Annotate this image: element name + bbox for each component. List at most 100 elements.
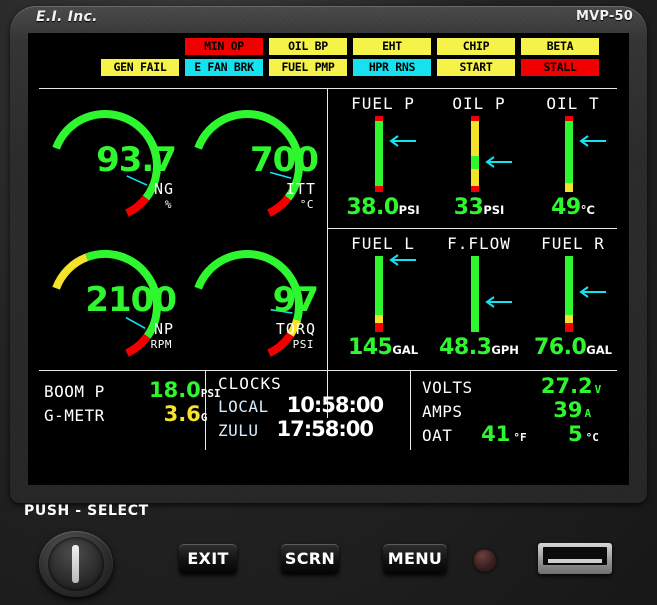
bar-segment-red	[375, 185, 383, 192]
data-label: BOOM P	[44, 382, 105, 401]
clock-row-local: LOCAL 10:58:00	[218, 393, 384, 417]
data-unit: G	[200, 411, 208, 424]
clock-label: ZULU	[218, 421, 259, 440]
gauge-value: 93.7	[96, 140, 177, 180]
bar-segment-yellow	[471, 169, 479, 186]
bar-pointer-arrow	[387, 135, 417, 147]
bar-pointer-arrow	[387, 253, 417, 266]
annunciator-min-op: MIN OP	[185, 38, 263, 55]
bar-pointer-arrow	[483, 155, 513, 168]
bar-track	[471, 256, 479, 332]
bar-segment-green	[471, 155, 479, 170]
bar-segment-green	[471, 256, 479, 332]
display-screen: MIN OP OIL BP EHT CHIP BETA GEN FAIL E FAN BR…	[28, 33, 629, 485]
clock-row-zulu: ZULU 17:58:00	[218, 417, 383, 441]
manufacturer-logo: E.I. Inc.	[36, 9, 98, 25]
annunciator-start: START	[437, 59, 515, 76]
bar-gauge-label: F.FLOW	[447, 234, 511, 253]
bar-pointer-arrow	[577, 135, 607, 147]
annunciator-oil-bp: OIL BP	[269, 38, 347, 55]
exit-button[interactable]: EXIT	[179, 544, 237, 574]
data-row-amps: AMPS 39 A	[422, 398, 601, 422]
annunciator-fuel-pmp: FUEL PMP	[269, 59, 347, 76]
data-label: VOLTS	[422, 378, 473, 397]
bar-segment-red	[471, 185, 479, 192]
annunciator-row-2: GEN FAIL E FAN BRK FUEL PMP HPR RNS START STA…	[28, 59, 629, 76]
rotary-knob[interactable]	[39, 531, 113, 597]
bar-track	[471, 116, 479, 192]
gauge-torq: 97 TORQ PSI	[183, 238, 320, 366]
data-row-boom-p: BOOM P 18.0 PSI	[44, 378, 221, 402]
bar-gauge-value: 145GAL	[347, 335, 419, 360]
bar-track	[565, 116, 573, 192]
status-led	[473, 548, 497, 572]
bar-segment-red	[375, 322, 383, 332]
clocks-title: CLOCKS	[218, 374, 282, 393]
gauge-label: ITT	[285, 180, 316, 198]
bar-segment-red	[565, 322, 573, 332]
clocks-block: CLOCKS LOCAL 10:58:00 ZULU 17:58:00	[218, 374, 384, 441]
data-label: G-METR	[44, 406, 105, 425]
bar-gauge-value: 49°C	[551, 195, 595, 220]
gauge-unit: PSI	[292, 338, 314, 351]
push-select-label: PUSH - SELECT	[24, 503, 149, 519]
usb-port[interactable]	[538, 543, 612, 574]
annunciator-beta: BETA	[521, 38, 599, 55]
data-unit: V	[594, 383, 602, 396]
gauge-value: 2100	[85, 280, 177, 320]
data-row-volts: VOLTS 27.2 V	[422, 374, 601, 398]
bar-gauge-f-flow: F.FLOW 48.3GPH	[431, 234, 527, 362]
clock-label: LOCAL	[218, 397, 269, 416]
bar-gauge-label: FUEL L	[351, 234, 415, 253]
bar-gauge-label: OIL T	[546, 94, 600, 113]
gauge-value: 700	[250, 140, 319, 180]
bar-gauge-value: 38.0PSI	[346, 195, 420, 220]
clock-value: 17:58:00	[276, 417, 374, 441]
data-value: 41	[481, 422, 511, 446]
bar-gauge-fuel-r: FUEL R 76.0GAL	[525, 234, 621, 362]
bar-segment-green	[375, 121, 383, 186]
misc-data-block: BOOM P 18.0 PSI G-METR 3.6 G	[44, 378, 221, 426]
divider-bottom	[39, 370, 617, 371]
data-label: OAT	[422, 426, 453, 445]
mvp50-device: E.I. Inc. MVP-50 MIN OP OIL BP EHT CHIP BETA…	[0, 0, 657, 605]
bar-track	[375, 116, 383, 192]
bar-segment-yellow	[565, 315, 573, 323]
model-label: MVP-50	[576, 9, 633, 24]
bar-segment-green	[565, 256, 573, 316]
clock-value: 10:58:00	[286, 393, 384, 417]
data-unit: °F	[513, 431, 527, 444]
data-value: 18.0	[148, 378, 201, 402]
bar-segment-yellow	[471, 121, 479, 156]
data-value: 27.2	[540, 374, 593, 398]
gauge-label: NG	[153, 180, 174, 198]
gauge-label: NP	[153, 320, 174, 338]
bar-gauge-oil-t: OIL T 49°C	[525, 94, 621, 222]
bar-gauge-label: FUEL R	[541, 234, 605, 253]
data-value: 39	[553, 398, 583, 422]
data-label: AMPS	[422, 402, 463, 421]
scrn-button[interactable]: SCRN	[281, 544, 339, 574]
data-value: 3.6	[163, 402, 201, 426]
divider-top	[39, 88, 617, 89]
data-unit-secondary: °C	[585, 431, 599, 444]
annunciator-row-1: MIN OP OIL BP EHT CHIP BETA	[28, 38, 629, 55]
gauge-ng: 93.7 NG%	[41, 98, 178, 226]
bar-gauge-fuel-p: FUEL P 38.0PSI	[335, 94, 431, 222]
annunciator-panel: MIN OP OIL BP EHT CHIP BETA GEN FAIL E FAN BR…	[28, 38, 629, 80]
annunciator-stall: STALL	[521, 59, 599, 76]
gauge-np: 2100 NP RPM	[41, 238, 178, 366]
annunciator-e-fan-brk: E FAN BRK	[185, 59, 263, 76]
gauge-unit: %	[164, 198, 172, 211]
gauge-unit: RPM	[150, 338, 172, 351]
gauge-unit: °C	[299, 198, 314, 211]
annunciator-gen-fail: GEN FAIL	[101, 59, 179, 76]
bar-gauge-value: 33PSI	[453, 195, 505, 220]
annunciator-eht: EHT	[353, 38, 431, 55]
clock-rows: LOCAL 10:58:00 ZULU 17:58:00	[218, 393, 384, 441]
knob-indicator-mark	[72, 545, 79, 583]
menu-button[interactable]: MENU	[383, 544, 447, 574]
data-row-oat: OAT 41 °F 5 °C	[422, 422, 601, 446]
bar-gauge-value: 76.0GAL	[534, 335, 612, 360]
divider-bottom-right	[410, 370, 411, 450]
